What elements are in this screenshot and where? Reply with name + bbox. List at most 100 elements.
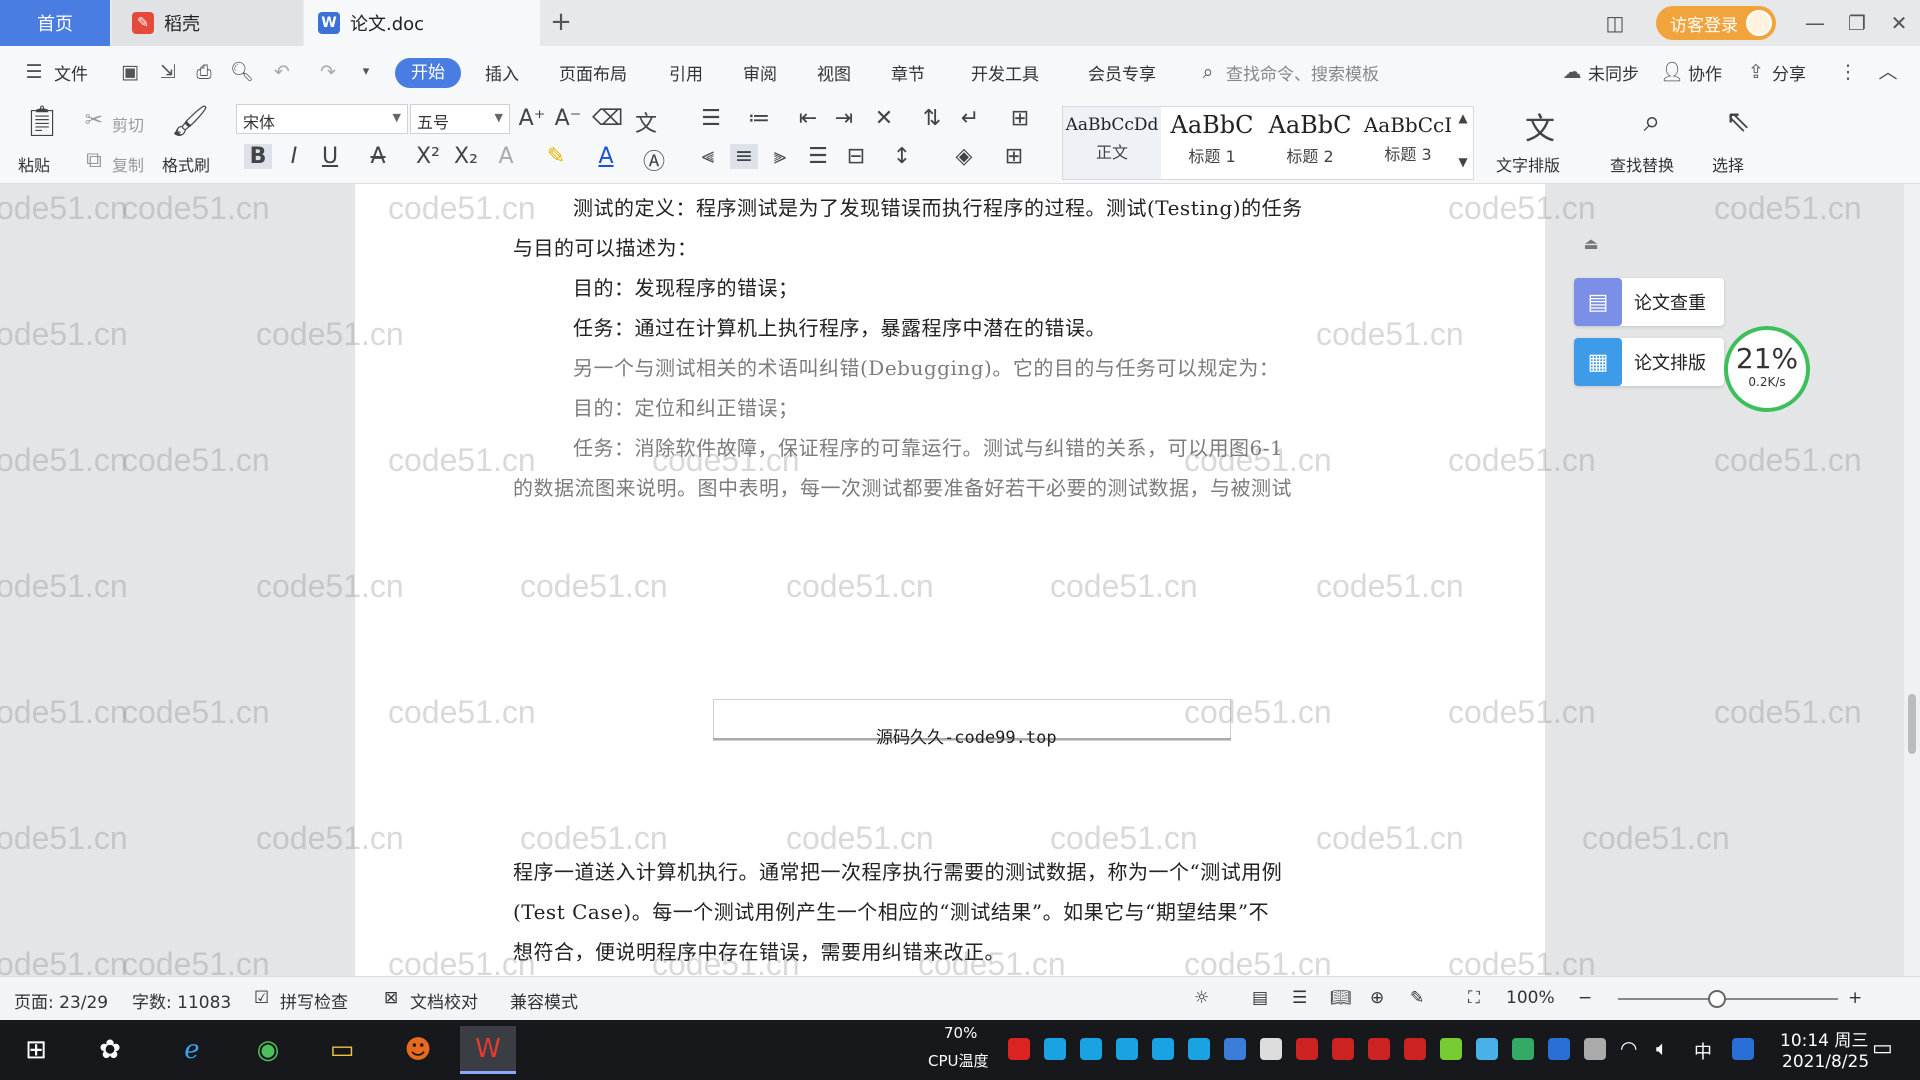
highlight-icon[interactable]: ✎ xyxy=(542,144,570,169)
tray-app-icon[interactable] xyxy=(1476,1038,1498,1060)
output-icon[interactable]: ⇲ xyxy=(156,60,180,84)
save-icon[interactable]: ▣ xyxy=(118,60,142,84)
align-left-icon[interactable]: ⫷ xyxy=(694,144,722,169)
zoom-slider-knob[interactable] xyxy=(1708,990,1726,1008)
italic-icon[interactable]: I xyxy=(280,144,308,169)
cut-icon[interactable]: ✂ xyxy=(80,108,108,133)
menu-start[interactable]: 开始 xyxy=(395,58,461,88)
browser-icon[interactable]: ◉ xyxy=(240,1026,296,1074)
superscript-icon[interactable]: X² xyxy=(414,144,442,169)
network-speed-widget[interactable]: 21% 0.2K/s xyxy=(1724,326,1810,412)
file-explorer-icon[interactable]: ▭ xyxy=(314,1026,370,1074)
distributed-icon[interactable]: ⊟ xyxy=(842,144,870,169)
tab-daoke[interactable]: ✎ 稻壳 xyxy=(112,0,302,46)
tray-app-icon[interactable] xyxy=(1188,1038,1210,1060)
menu-review[interactable]: 审阅 xyxy=(743,60,777,85)
tray-app-icon[interactable] xyxy=(1440,1038,1462,1060)
bluetooth-icon[interactable] xyxy=(1548,1038,1570,1060)
grow-font-icon[interactable]: A⁺ xyxy=(518,106,546,131)
menu-view[interactable]: 视图 xyxy=(817,60,851,85)
qq-icon[interactable] xyxy=(1368,1038,1390,1060)
align-center-icon[interactable]: ≡ xyxy=(730,144,758,169)
zoom-in-icon[interactable]: + xyxy=(1848,988,1862,1008)
qq-icon[interactable] xyxy=(1332,1038,1354,1060)
menu-insert[interactable]: 插入 xyxy=(485,60,519,85)
web-view-icon[interactable]: ⊕ xyxy=(1370,988,1384,1008)
style-heading-2[interactable]: AaBbC 标题 2 xyxy=(1261,107,1359,179)
qq-icon[interactable] xyxy=(1296,1038,1318,1060)
reading-view-icon[interactable]: 📖︎ xyxy=(1330,988,1352,1008)
guest-login-button[interactable]: 访客登录 xyxy=(1656,6,1776,40)
tray-app-icon[interactable] xyxy=(1080,1038,1102,1060)
game-app-icon[interactable]: ☻ xyxy=(390,1026,446,1074)
menu-page-layout[interactable]: 页面布局 xyxy=(559,60,627,85)
tray-app-icon[interactable] xyxy=(1152,1038,1174,1060)
cut-button[interactable]: 剪切 xyxy=(112,112,144,136)
style-scroll-up-icon[interactable]: ▲ xyxy=(1455,111,1471,125)
wps-office-icon[interactable]: W xyxy=(460,1026,516,1074)
clock-time[interactable]: 10:14 周三 xyxy=(1780,1026,1868,1051)
menu-references[interactable]: 引用 xyxy=(669,60,703,85)
line-spacing-icon[interactable]: ↕ xyxy=(888,144,916,169)
ime-indicator[interactable]: 中 xyxy=(1694,1038,1712,1064)
share-button[interactable]: 分享 xyxy=(1772,60,1806,85)
find-replace-icon[interactable]: ⌕ xyxy=(1632,104,1672,139)
bullet-list-icon[interactable]: ☰ xyxy=(696,106,726,131)
paper-layout-button[interactable]: ▦ 论文排版 xyxy=(1574,338,1724,386)
text-effect-icon[interactable]: A xyxy=(492,144,520,169)
volume-icon[interactable]: 🔈︎ xyxy=(1656,1036,1668,1060)
font-size-select[interactable]: 五号 ▼ xyxy=(410,104,510,134)
copy-button[interactable]: 复制 xyxy=(112,152,144,176)
font-color-icon[interactable]: A xyxy=(592,144,620,169)
tray-app-icon[interactable] xyxy=(1512,1038,1534,1060)
font-name-select[interactable]: 宋体 ▼ xyxy=(236,104,408,134)
text-layout-icon[interactable]: 文 xyxy=(1520,104,1560,148)
wifi-icon[interactable]: ◠ xyxy=(1620,1036,1637,1060)
notification-bell-icon[interactable] xyxy=(1260,1038,1282,1060)
chinese-layout-icon[interactable]: ✕ xyxy=(868,106,900,131)
zoom-slider[interactable] xyxy=(1618,998,1838,1000)
hamburger-menu-icon[interactable]: ☰ xyxy=(22,60,46,84)
text-layout-button[interactable]: 文字排版 xyxy=(1496,152,1560,176)
align-right-icon[interactable]: ⫸ xyxy=(766,144,794,169)
page-indicator[interactable]: 页面: 23/29 xyxy=(14,988,108,1013)
page-view-icon[interactable]: ▤ xyxy=(1252,988,1268,1008)
table-tabs-icon[interactable]: ⊞ xyxy=(1004,106,1036,131)
outline-view-icon[interactable]: ☰ xyxy=(1292,988,1307,1008)
security-shield-icon[interactable] xyxy=(1224,1038,1246,1060)
paste-button[interactable]: 粘贴 xyxy=(18,152,50,176)
shading-icon[interactable]: ◈ xyxy=(950,144,978,169)
format-painter-button[interactable]: 格式刷 xyxy=(162,152,210,176)
print-icon[interactable]: ⎙ xyxy=(192,60,216,84)
scrollbar-thumb[interactable] xyxy=(1908,694,1916,754)
select-cursor-icon[interactable]: ⇖ xyxy=(1718,104,1758,139)
underline-icon[interactable]: U xyxy=(316,144,344,169)
tray-app-icon[interactable] xyxy=(1044,1038,1066,1060)
redo-icon[interactable]: ↷ xyxy=(316,60,340,84)
collapse-ribbon-icon[interactable]: ︿ xyxy=(1876,60,1900,84)
tray-app-icon[interactable] xyxy=(1732,1038,1754,1060)
increase-indent-icon[interactable]: ⇥ xyxy=(830,106,858,131)
print-preview-icon[interactable]: 🔍︎ xyxy=(230,60,254,84)
style-normal[interactable]: AaBbCcDd 正文 xyxy=(1063,107,1161,179)
minimize-icon[interactable]: — xyxy=(1800,8,1830,38)
format-painter-icon[interactable]: 🖌︎ xyxy=(170,104,210,139)
fit-page-icon[interactable]: ⛶ xyxy=(1468,988,1480,1008)
layout-toggle-icon[interactable]: ◫ xyxy=(1600,8,1630,38)
sync-button[interactable]: 未同步 xyxy=(1588,60,1639,85)
show-marks-icon[interactable]: ↵ xyxy=(956,106,984,131)
command-search-input[interactable]: 查找命令、搜索模板 xyxy=(1226,60,1379,85)
spell-check-button[interactable]: 拼写检查 xyxy=(280,988,348,1013)
new-tab-button[interactable]: + xyxy=(545,6,577,38)
select-button[interactable]: 选择 xyxy=(1712,152,1744,176)
menu-developer-tools[interactable]: 开发工具 xyxy=(971,60,1039,85)
proofread-button[interactable]: 文档校对 xyxy=(410,988,478,1013)
sort-icon[interactable]: ⇅ xyxy=(918,106,946,131)
decrease-indent-icon[interactable]: ⇤ xyxy=(794,106,822,131)
action-center-icon[interactable]: ▭ xyxy=(1872,1036,1893,1061)
collaborate-button[interactable]: 协作 xyxy=(1688,60,1722,85)
eye-protection-icon[interactable]: ☼ xyxy=(1194,988,1209,1008)
word-count[interactable]: 字数: 11083 xyxy=(132,988,231,1013)
find-replace-button[interactable]: 查找替换 xyxy=(1610,152,1674,176)
strikethrough-icon[interactable]: A xyxy=(364,144,392,169)
